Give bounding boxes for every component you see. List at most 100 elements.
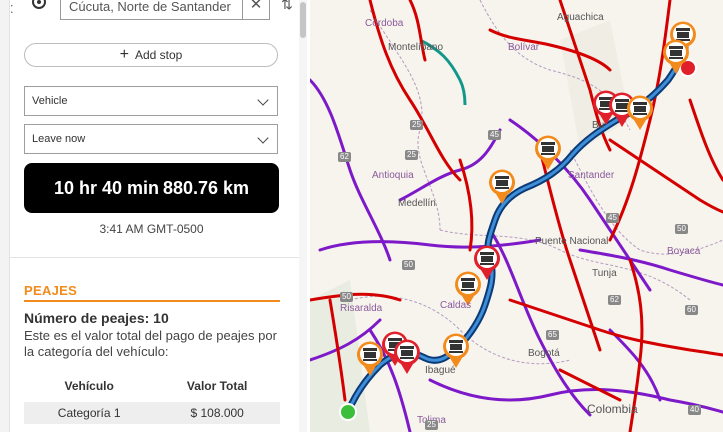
toll-booth-base xyxy=(495,187,509,189)
map-view[interactable]: Córdoba Montelíbano Bolívar Aguachica An… xyxy=(310,0,723,432)
toll-booth-roof xyxy=(615,99,629,102)
panel-content: ⁚ ✕ ⇅ + Add stop Vehicle Leave now 10 hr… xyxy=(10,0,303,432)
toll-booth-base xyxy=(669,57,683,59)
toll-booth-roof xyxy=(495,176,509,179)
route-start-marker[interactable] xyxy=(339,403,357,421)
toll-booth-roof xyxy=(388,338,402,341)
toll-booth-roof xyxy=(461,278,475,281)
toll-booth-roof xyxy=(669,46,683,49)
road-shield: 50 xyxy=(402,260,415,270)
road-shield: 25 xyxy=(410,120,423,130)
column-header-total: Valor Total xyxy=(186,379,248,394)
toll-booth-icon xyxy=(633,102,647,115)
toll-booth-body xyxy=(542,146,554,152)
road-shield: 65 xyxy=(546,330,559,340)
map-label: Boyacá xyxy=(667,246,701,257)
route-distance: 880.76 km xyxy=(162,177,250,198)
peajes-divider xyxy=(24,300,280,302)
map-label: Córdoba xyxy=(365,18,404,29)
toll-booth-roof xyxy=(449,340,463,343)
map-label: Caldas xyxy=(440,300,472,311)
toll-booth-body xyxy=(481,256,493,262)
toll-booth-body xyxy=(677,32,689,38)
toll-booth-body xyxy=(401,350,413,356)
map-label: Colombia xyxy=(587,402,638,416)
map-label: Puente Nacional xyxy=(535,236,609,247)
plus-icon: + xyxy=(119,46,129,63)
panel-rail xyxy=(0,0,10,432)
toll-booth-body xyxy=(364,352,376,358)
toll-booth-icon xyxy=(495,176,509,189)
chevron-down-icon xyxy=(257,132,269,144)
map-label: Bogotá xyxy=(528,348,560,359)
map-label: Ibagué xyxy=(425,365,456,376)
map-label: Aguachica xyxy=(557,12,604,23)
departure-time: 3:41 AM GMT-0500 xyxy=(99,222,204,236)
swap-arrows-icon: ⇅ xyxy=(281,0,293,12)
toll-booth-body xyxy=(670,50,682,56)
map-label: Risaralda xyxy=(340,303,383,314)
map-label: Antioquia xyxy=(372,170,414,181)
scrollbar-thumb[interactable] xyxy=(300,2,306,38)
toll-booth-icon xyxy=(363,348,377,361)
toll-booth-roof xyxy=(480,252,494,255)
road-shield: 50 xyxy=(675,224,688,234)
vehicle-select-value: Vehicle xyxy=(32,95,68,107)
map-canvas xyxy=(310,0,723,432)
toll-booth-body xyxy=(450,344,462,350)
clear-stop-button[interactable]: ✕ xyxy=(242,0,269,20)
road-shield: 25 xyxy=(405,150,418,160)
departure-select[interactable]: Leave now xyxy=(24,124,278,154)
map-label: Bu xyxy=(592,120,605,131)
toll-booth-icon xyxy=(615,99,629,112)
toll-booth-roof xyxy=(676,28,690,31)
toll-booth-roof xyxy=(363,348,377,351)
panel-scrollbar[interactable] xyxy=(299,0,307,432)
toll-booth-base xyxy=(541,153,555,155)
peajes-description: Este es el valor total del pago de peaje… xyxy=(24,328,277,359)
toll-booth-icon xyxy=(449,340,463,353)
map-label: Tunja xyxy=(592,268,617,279)
toll-booth-base xyxy=(615,110,629,112)
toll-booth-icon xyxy=(676,28,690,41)
toll-total-cell: $ 108.000 xyxy=(154,398,280,424)
drag-handle-icon[interactable]: ⁚ xyxy=(10,4,16,16)
road-shield: 40 xyxy=(688,405,701,415)
toll-booth-base xyxy=(400,357,414,359)
add-stop-button[interactable]: + Add stop xyxy=(24,43,278,67)
toll-booth-roof xyxy=(633,102,647,105)
add-stop-label: Add stop xyxy=(134,48,183,62)
reverse-stops-button[interactable]: ⇅ xyxy=(278,0,296,18)
map-label: Medellín xyxy=(398,198,436,209)
toll-booth-base xyxy=(480,263,494,265)
toll-booth-body xyxy=(496,180,508,186)
map-label: Santander xyxy=(568,170,615,181)
departure-select-value: Leave now xyxy=(32,133,86,145)
directions-panel: ⁚ ✕ ⇅ + Add stop Vehicle Leave now 10 hr… xyxy=(0,0,310,432)
toll-booth-base xyxy=(633,113,647,115)
road-shield: 50 xyxy=(340,292,353,302)
road-shield: 60 xyxy=(685,305,698,315)
map-label: Montelíbano xyxy=(388,42,444,53)
toll-booth-body xyxy=(616,103,628,109)
divider xyxy=(10,257,303,258)
toll-booth-base xyxy=(449,351,463,353)
chevron-down-icon xyxy=(257,94,269,106)
road-shield: 62 xyxy=(338,152,351,162)
vehicle-select[interactable]: Vehicle xyxy=(24,86,278,116)
toll-booth-base xyxy=(363,359,377,361)
close-icon: ✕ xyxy=(249,0,263,13)
toll-booth-icon xyxy=(541,142,555,155)
vehicle-category-cell: Categoría 1 xyxy=(24,398,155,424)
peajes-title: PEAJES xyxy=(24,283,78,298)
map-label: Bolívar xyxy=(508,42,540,53)
road-shield: 25 xyxy=(425,420,438,430)
toll-table-header: Vehículo Valor Total xyxy=(24,374,280,400)
toll-booth-roof xyxy=(541,142,555,145)
stop-input[interactable] xyxy=(60,0,270,20)
stop-marker-icon xyxy=(32,0,46,9)
toll-booth-body xyxy=(634,106,646,112)
toll-booth-icon xyxy=(400,346,414,359)
toll-booth-body xyxy=(462,282,474,288)
table-row: Categoría 1 $ 108.000 xyxy=(24,398,280,424)
